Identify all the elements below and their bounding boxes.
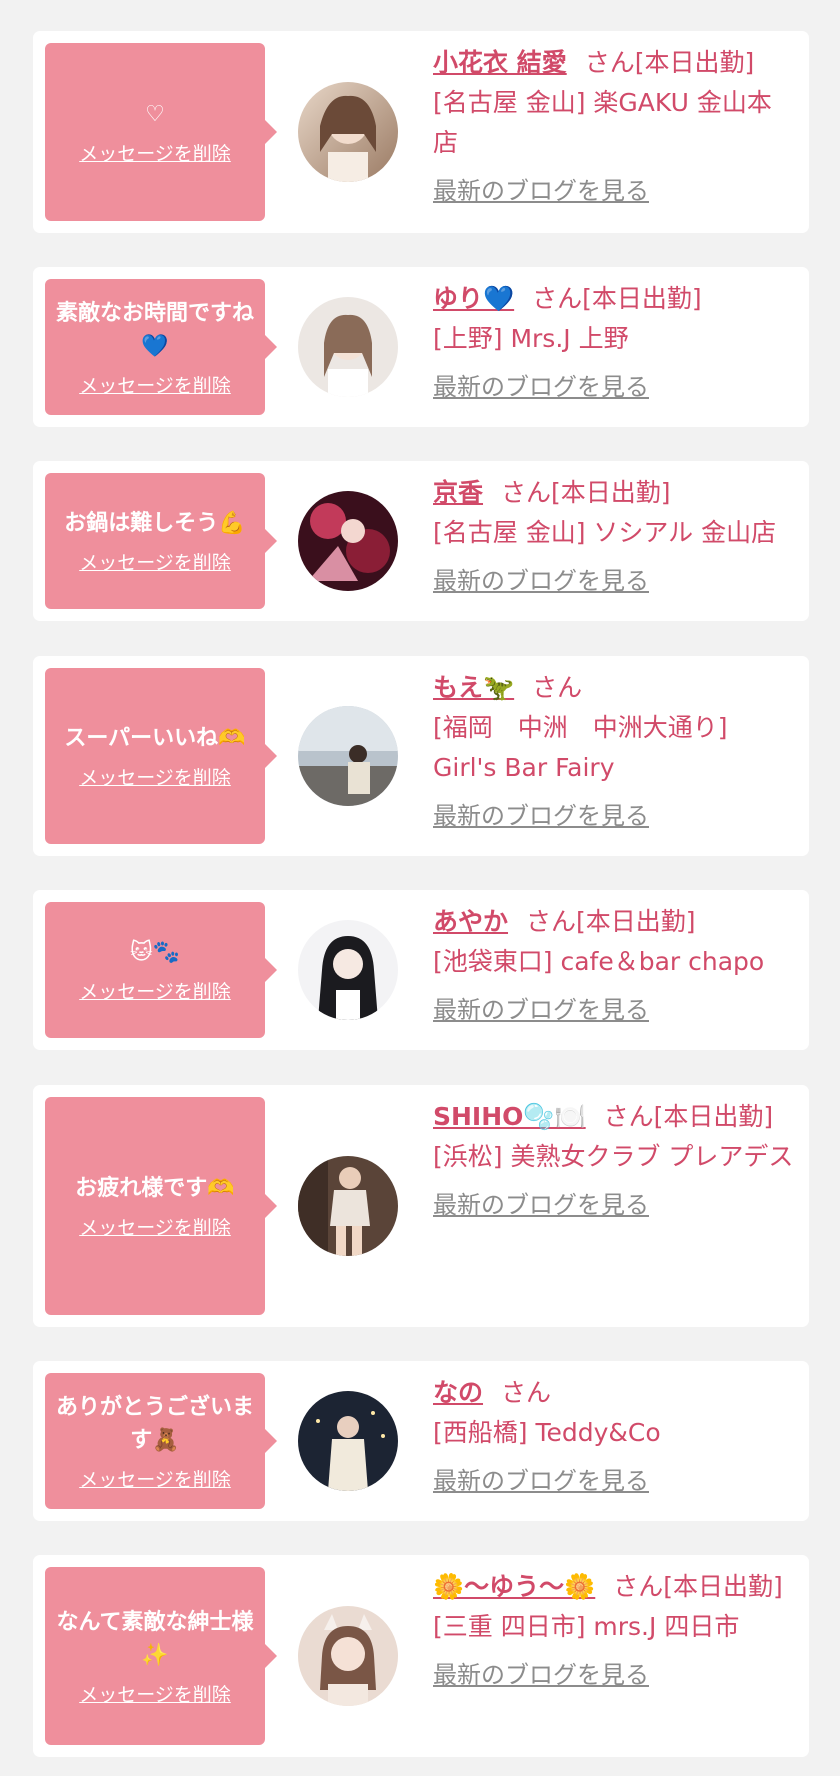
- latest-blog-link[interactable]: 最新のブログを見る: [433, 369, 649, 405]
- cast-status: さん[本日出勤]: [501, 478, 671, 507]
- cast-status: さん[本日出勤]: [526, 907, 696, 936]
- shop-name: [名古屋 金山] 楽GAKU 金山本店: [433, 88, 772, 157]
- shop-name: [名古屋 金山] ソシアル 金山店: [433, 518, 777, 547]
- delete-message-link[interactable]: メッセージを削除: [79, 763, 231, 790]
- list-item: 🐱🐾 メッセージを削除 あやか さん[本日出勤] [池袋東口] cafe＆bar …: [33, 890, 809, 1050]
- message-bubble: ♡ メッセージを削除: [45, 43, 277, 221]
- cast-status: さん[本日出勤]: [584, 48, 755, 77]
- message-bubble: 🐱🐾 メッセージを削除: [45, 902, 277, 1038]
- avatar[interactable]: [298, 491, 398, 591]
- cast-info: 小花衣 結愛 さん[本日出勤] [名古屋 金山] 楽GAKU 金山本店 最新のブロ…: [433, 43, 795, 209]
- cast-status: さん: [532, 673, 583, 702]
- shop-name: [池袋東口] cafe＆bar chapo: [433, 947, 765, 976]
- list-item: なんて素敵な紳士様✨ メッセージを削除 🌼〜ゆう〜🌼 さん[本日出勤] [三重 四…: [33, 1555, 809, 1757]
- message-text: なんて素敵な紳士様✨: [56, 1609, 254, 1668]
- cast-info: ゆり💙 さん[本日出勤] [上野] Mrs.J 上野 最新のブログを見る: [433, 279, 795, 405]
- message-bubble: お鍋は難しそう💪 メッセージを削除: [45, 473, 277, 609]
- avatar[interactable]: [298, 706, 398, 806]
- cast-status: さん[本日出勤]: [613, 1572, 783, 1601]
- delete-message-link[interactable]: メッセージを削除: [79, 548, 231, 575]
- list-item: ありがとうございます🧸 メッセージを削除 なの さん [西船橋] Teddy&Co…: [33, 1361, 809, 1521]
- message-bubble: お疲れ様です🫶 メッセージを削除: [45, 1097, 277, 1315]
- cast-info: なの さん [西船橋] Teddy&Co 最新のブログを見る: [433, 1373, 795, 1499]
- message-text: お鍋は難しそう💪: [64, 511, 246, 536]
- latest-blog-link[interactable]: 最新のブログを見る: [433, 1187, 649, 1223]
- shop-name: [福岡 中洲 中洲大通り] Girl's Bar Fairy: [433, 713, 728, 782]
- message-bubble: なんて素敵な紳士様✨ メッセージを削除: [45, 1567, 277, 1745]
- cast-status: さん[本日出勤]: [532, 284, 702, 313]
- shop-name: [三重 四日市] mrs.J 四日市: [433, 1612, 740, 1641]
- avatar[interactable]: [298, 920, 398, 1020]
- avatar[interactable]: [298, 82, 398, 182]
- latest-blog-link[interactable]: 最新のブログを見る: [433, 1463, 649, 1499]
- delete-message-link[interactable]: メッセージを削除: [79, 371, 231, 398]
- delete-message-link[interactable]: メッセージを削除: [79, 139, 231, 166]
- list-item: 素敵なお時間ですね💙 メッセージを削除 ゆり💙 さん[本日出勤] [上野] Mrs…: [33, 267, 809, 427]
- message-bubble: 素敵なお時間ですね💙 メッセージを削除: [45, 279, 277, 415]
- latest-blog-link[interactable]: 最新のブログを見る: [433, 1657, 649, 1693]
- cast-name-link[interactable]: ゆり💙: [433, 284, 514, 313]
- message-text: 素敵なお時間ですね💙: [55, 300, 254, 359]
- shop-name: [西船橋] Teddy&Co: [433, 1418, 661, 1447]
- list-item: ♡ メッセージを削除 小花衣 結愛 さん[本日出勤] [名古屋 金山] 楽GAKU…: [33, 31, 809, 233]
- message-list: ♡ メッセージを削除 小花衣 結愛 さん[本日出勤] [名古屋 金山] 楽GAKU…: [0, 0, 840, 1776]
- latest-blog-link[interactable]: 最新のブログを見る: [433, 563, 649, 599]
- latest-blog-link[interactable]: 最新のブログを見る: [433, 992, 649, 1028]
- cast-name-link[interactable]: 🌼〜ゆう〜🌼: [433, 1572, 595, 1601]
- cast-info: SHIHO🫧🍽️ さん[本日出勤] [浜松] 美熟女クラブ プレアデス 最新のブロ…: [433, 1097, 795, 1223]
- delete-message-link[interactable]: メッセージを削除: [79, 1465, 231, 1492]
- cast-name-link[interactable]: 小花衣 結愛: [433, 48, 567, 77]
- cast-name-link[interactable]: あやか: [433, 907, 508, 936]
- message-text: スーパーいいね🫶: [64, 726, 246, 751]
- avatar[interactable]: [298, 1391, 398, 1491]
- message-text: 🐱🐾: [129, 940, 181, 965]
- list-item: お疲れ様です🫶 メッセージを削除 SHIHO🫧🍽️ さん[本日出勤] [浜松] 美…: [33, 1085, 809, 1327]
- cast-name-link[interactable]: なの: [433, 1378, 483, 1407]
- cast-info: 京香 さん[本日出勤] [名古屋 金山] ソシアル 金山店 最新のブログを見る: [433, 473, 795, 599]
- message-text: ♡: [145, 102, 165, 127]
- cast-name-link[interactable]: 京香: [433, 478, 483, 507]
- shop-name: [浜松] 美熟女クラブ プレアデス: [433, 1142, 794, 1171]
- cast-info: 🌼〜ゆう〜🌼 さん[本日出勤] [三重 四日市] mrs.J 四日市 最新のブログ…: [433, 1567, 795, 1693]
- latest-blog-link[interactable]: 最新のブログを見る: [433, 173, 649, 209]
- message-text: お疲れ様です🫶: [75, 1176, 235, 1201]
- message-text: ありがとうございます🧸: [55, 1394, 254, 1453]
- cast-info: もえ🦖 さん [福岡 中洲 中洲大通り] Girl's Bar Fairy 最新の…: [433, 668, 795, 834]
- delete-message-link[interactable]: メッセージを削除: [79, 1213, 231, 1240]
- cast-status: さん[本日出勤]: [603, 1102, 774, 1131]
- delete-message-link[interactable]: メッセージを削除: [79, 1680, 231, 1707]
- cast-name-link[interactable]: もえ🦖: [433, 673, 514, 702]
- avatar[interactable]: [298, 297, 398, 397]
- delete-message-link[interactable]: メッセージを削除: [79, 977, 231, 1004]
- cast-name-link[interactable]: SHIHO🫧🍽️: [433, 1102, 586, 1131]
- cast-info: あやか さん[本日出勤] [池袋東口] cafe＆bar chapo 最新のブログ…: [433, 902, 795, 1028]
- message-bubble: スーパーいいね🫶 メッセージを削除: [45, 668, 277, 844]
- list-item: お鍋は難しそう💪 メッセージを削除 京香 さん[本日出勤] [名古屋 金山] ソシ…: [33, 461, 809, 621]
- latest-blog-link[interactable]: 最新のブログを見る: [433, 798, 649, 834]
- shop-name: [上野] Mrs.J 上野: [433, 324, 629, 353]
- cast-status: さん: [501, 1378, 552, 1407]
- avatar[interactable]: [298, 1606, 398, 1706]
- message-bubble: ありがとうございます🧸 メッセージを削除: [45, 1373, 277, 1509]
- list-item: スーパーいいね🫶 メッセージを削除 もえ🦖 さん [福岡 中洲 中洲大通り] Gi…: [33, 656, 809, 856]
- avatar[interactable]: [298, 1156, 398, 1256]
